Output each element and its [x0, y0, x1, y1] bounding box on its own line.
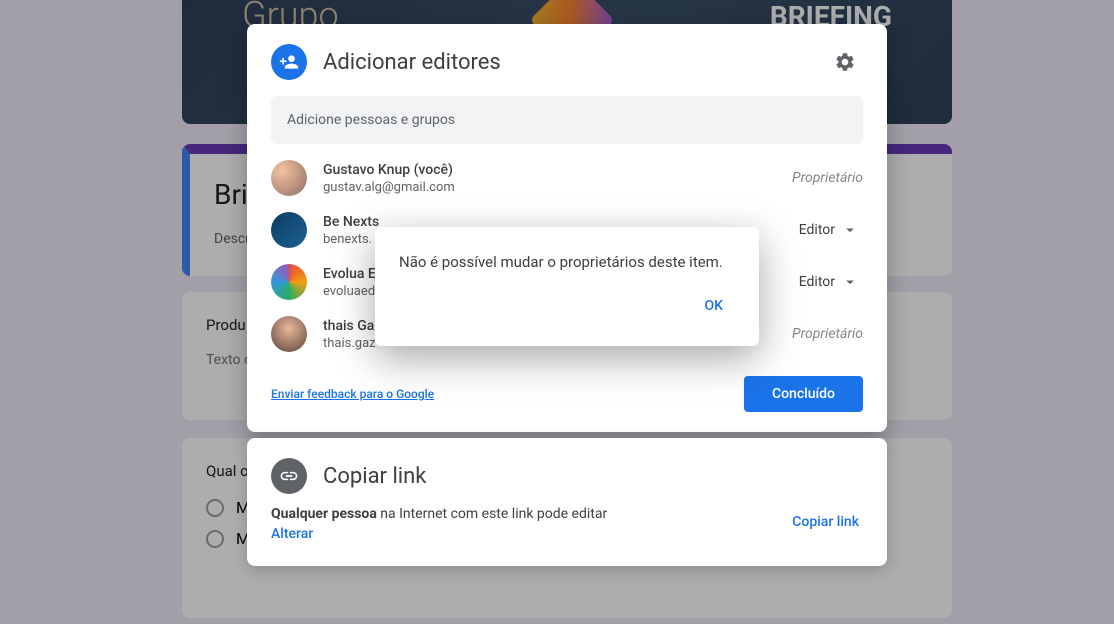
user-email: gustav.alg@gmail.com: [323, 180, 792, 195]
role-label-owner: Proprietário: [792, 326, 863, 342]
editor-row: Gustavo Knup (você) gustav.alg@gmail.com…: [247, 152, 887, 204]
get-link-body: Qualquer pessoa na Internet com este lin…: [271, 506, 863, 542]
get-link-panel: Copiar link Qualquer pessoa na Internet …: [247, 438, 887, 566]
person-add-icon: [271, 44, 307, 80]
alert-dialog: Não é possível mudar o proprietários des…: [375, 227, 759, 346]
change-access-link[interactable]: Alterar: [271, 526, 607, 542]
share-dialog-header: Adicionar editores: [247, 24, 887, 96]
get-link-title: Copiar link: [323, 464, 426, 489]
role-label: Editor: [799, 274, 835, 290]
link-access-description: Qualquer pessoa na Internet com este lin…: [271, 506, 607, 542]
add-people-placeholder: Adicione pessoas e grupos: [287, 112, 847, 128]
send-feedback-link[interactable]: Enviar feedback para o Google: [271, 387, 434, 401]
avatar: [271, 212, 307, 248]
avatar: [271, 264, 307, 300]
link-icon: [271, 458, 307, 494]
share-dialog-title: Adicionar editores: [323, 50, 827, 75]
ok-button[interactable]: OK: [693, 290, 736, 322]
anyone-bold: Qualquer pessoa: [271, 506, 377, 522]
done-button[interactable]: Concluído: [744, 376, 863, 412]
get-link-header: Copiar link: [271, 458, 863, 494]
share-dialog-footer: Enviar feedback para o Google Concluído: [247, 360, 887, 432]
link-access-text: Qualquer pessoa na Internet com este lin…: [271, 506, 607, 522]
role-dropdown[interactable]: Editor: [795, 267, 863, 297]
avatar: [271, 160, 307, 196]
role-dropdown[interactable]: Editor: [795, 215, 863, 245]
add-people-input[interactable]: Adicione pessoas e grupos: [271, 96, 863, 144]
anyone-rest: na Internet com este link pode editar: [377, 506, 607, 522]
role-label-owner: Proprietário: [792, 170, 863, 186]
role-label: Editor: [799, 222, 835, 238]
chevron-down-icon: [841, 273, 859, 291]
user-name: Gustavo Knup (você): [323, 162, 792, 178]
copy-link-button[interactable]: Copiar link: [788, 506, 863, 538]
gear-icon: [834, 51, 856, 73]
alert-actions: OK: [399, 290, 735, 322]
settings-button[interactable]: [827, 44, 863, 80]
avatar: [271, 316, 307, 352]
alert-message: Não é possível mudar o proprietários des…: [399, 251, 735, 274]
chevron-down-icon: [841, 221, 859, 239]
user-info: Gustavo Knup (você) gustav.alg@gmail.com: [323, 162, 792, 195]
